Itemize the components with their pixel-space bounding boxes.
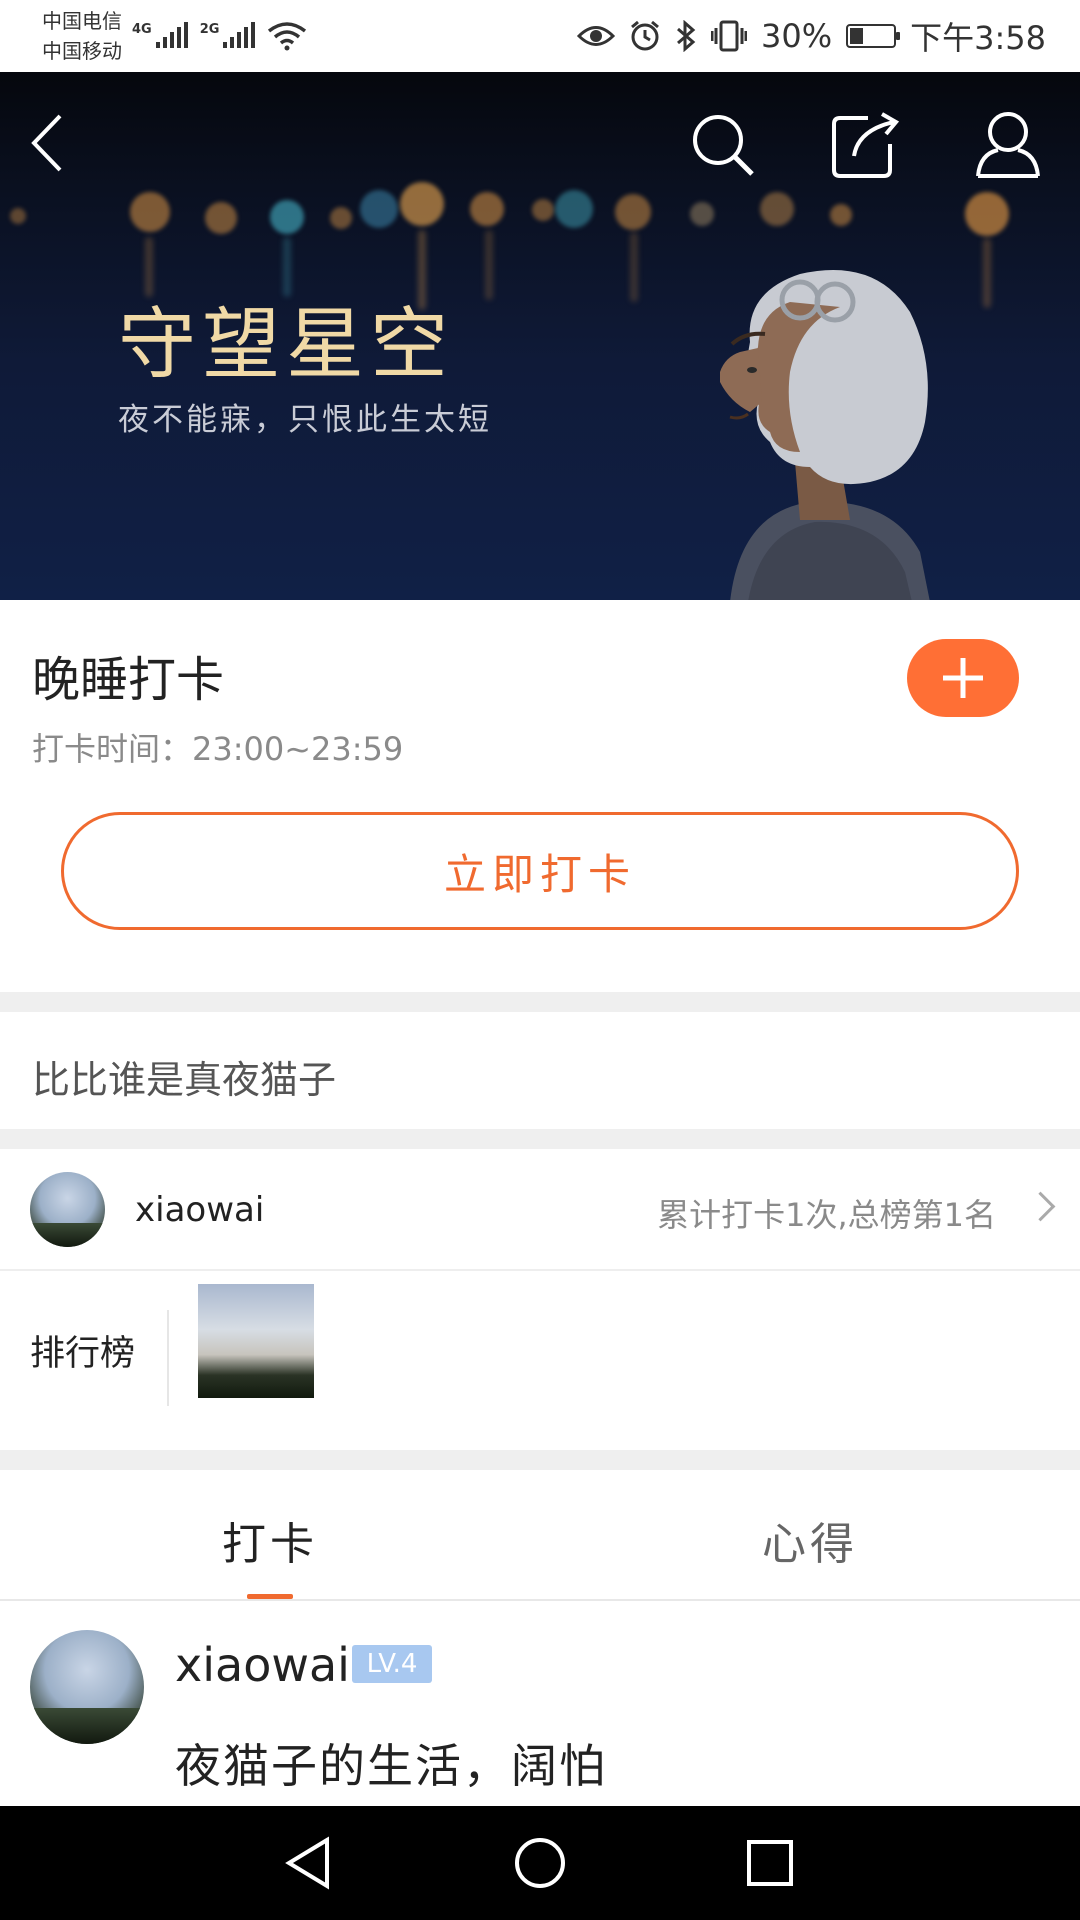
section-divider: [0, 1129, 1080, 1149]
eye-icon: [577, 26, 615, 46]
checkin-now-button[interactable]: 立即打卡: [61, 812, 1019, 930]
carrier-1: 中国电信: [42, 9, 122, 33]
banner: 守望星空 夜不能寐，只恨此生太短: [0, 72, 1080, 600]
vibrate-icon: [711, 20, 747, 52]
checkin-title: 晚睡打卡: [32, 652, 225, 708]
water-reflection: [630, 232, 638, 302]
tab-border: [0, 1599, 1080, 1601]
bokeh-light: [205, 202, 237, 234]
bokeh-light: [130, 192, 170, 232]
rank-stats: 累计打卡1次,总榜第1名: [657, 1196, 996, 1234]
bluetooth-icon: [677, 20, 696, 52]
bokeh-light: [615, 194, 651, 230]
bokeh-light: [690, 202, 714, 226]
checkin-time-value: 23:00~23:59: [192, 730, 404, 768]
status-left: 中国电信 中国移动 4G 2G: [42, 6, 307, 66]
banner-subtitle: 夜不能寐，只恨此生太短: [118, 402, 492, 438]
astronaut-boy-illustration: [720, 269, 930, 600]
bokeh-light: [470, 192, 504, 226]
leaderboard-avatar[interactable]: [198, 1284, 314, 1398]
bokeh-light: [270, 200, 304, 234]
post-text: 夜猫子的生活，阔怕: [175, 1739, 607, 1793]
status-right: 30% 下午3:58: [577, 13, 1046, 59]
circle-home-icon: [515, 1838, 565, 1888]
level-badge: LV.4: [352, 1645, 432, 1683]
checkin-time: 打卡时间：23:00~23:59: [32, 724, 403, 770]
vertical-divider: [167, 1310, 169, 1406]
system-nav-bar: [0, 1806, 1080, 1920]
carrier-names: 中国电信 中国移动: [42, 6, 122, 66]
carrier-2: 中国移动: [42, 39, 122, 63]
user-icon[interactable]: [972, 108, 1044, 180]
bokeh-light: [532, 199, 554, 221]
water-reflection: [485, 230, 493, 300]
signal-4g-icon: 4G: [132, 22, 190, 50]
avatar[interactable]: [30, 1172, 105, 1247]
leaderboard-label: 排行榜: [30, 1334, 136, 1374]
water-reflection: [983, 238, 991, 308]
wifi-icon: [268, 22, 307, 51]
banner-title: 守望星空: [118, 300, 455, 390]
square-recents-icon: [747, 1840, 793, 1886]
triangle-back-icon: [285, 1836, 329, 1890]
checkin-time-label: 打卡时间：: [32, 730, 193, 768]
battery-percent: 30%: [761, 17, 833, 55]
bokeh-light: [330, 207, 352, 229]
tab-insights[interactable]: 心得: [762, 1508, 858, 1572]
row-divider: [0, 1269, 1080, 1271]
bokeh-light: [760, 192, 794, 226]
bokeh-light: [965, 192, 1009, 236]
bokeh-light: [400, 182, 444, 226]
battery-icon: [846, 24, 901, 48]
nav-home-button[interactable]: [470, 1806, 610, 1920]
nav-recents-button[interactable]: [700, 1806, 840, 1920]
share-icon[interactable]: [828, 110, 900, 182]
signal-2g-icon: 2G: [200, 22, 258, 50]
back-icon[interactable]: [28, 108, 68, 178]
section-divider: [0, 1450, 1080, 1470]
search-icon[interactable]: [690, 112, 756, 178]
bokeh-light: [830, 204, 852, 226]
add-button[interactable]: [907, 639, 1019, 717]
alarm-icon: [631, 20, 659, 51]
post-user-name[interactable]: xiaowai: [175, 1638, 350, 1692]
bokeh-light: [10, 208, 26, 224]
rank-user-name: xiaowai: [135, 1190, 265, 1230]
bokeh-light: [360, 190, 398, 228]
status-bar: 中国电信 中国移动 4G 2G 30% 下午3:58: [0, 0, 1080, 72]
chevron-right-icon: [1025, 1191, 1056, 1222]
ranking-heading: 比比谁是真夜猫子: [32, 1058, 337, 1102]
bokeh-light: [555, 190, 593, 228]
clock: 下午3:58: [910, 19, 1046, 57]
tab-checkin[interactable]: 打卡: [222, 1508, 318, 1572]
section-divider: [0, 992, 1080, 1012]
nav-back-button[interactable]: [238, 1806, 378, 1920]
post-avatar[interactable]: [30, 1630, 144, 1744]
